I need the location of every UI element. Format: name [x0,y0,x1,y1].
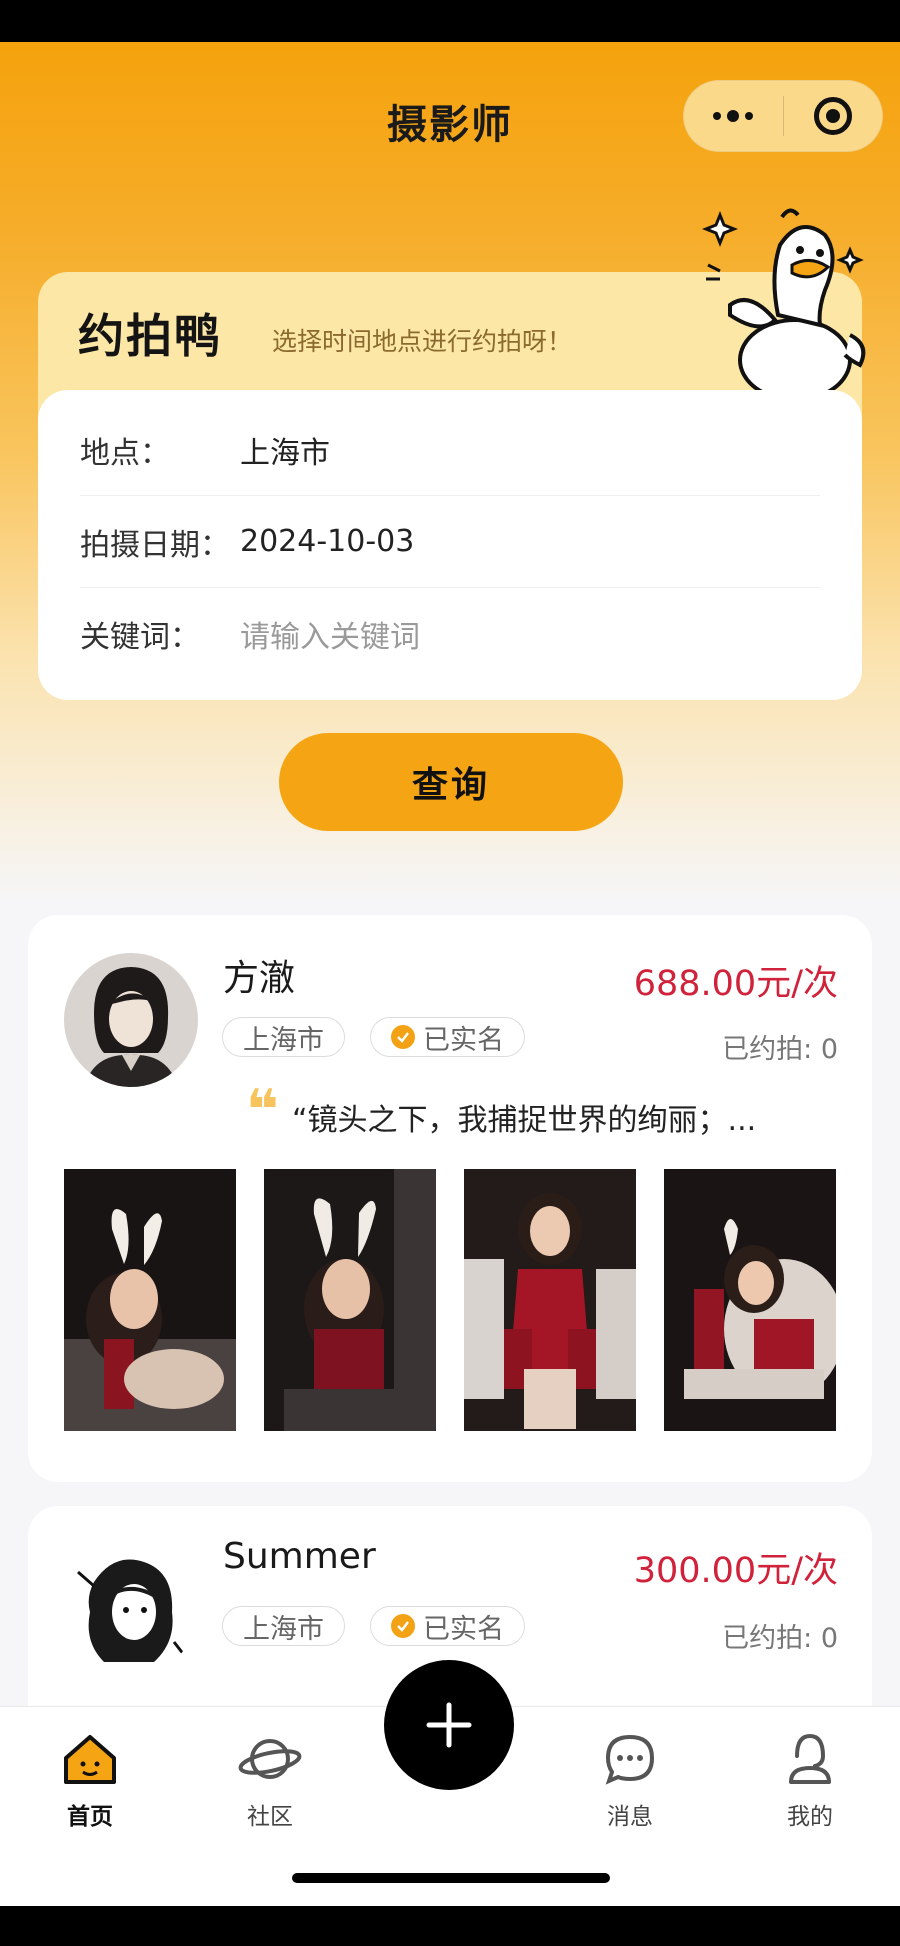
plus-icon [426,1702,472,1748]
booked-count: 已约拍: 0 [722,1034,838,1065]
date-label: 拍摄日期： [80,527,230,563]
query-button[interactable]: 查询 [279,733,623,831]
brand-logo: 约拍鸭 [78,309,222,363]
tab-home-label: 首页 [67,1804,113,1830]
duck-mascot-icon [701,208,866,411]
booked-count: 已约拍: 0 [722,1623,838,1654]
add-button[interactable] [384,1660,514,1790]
close-program-button[interactable] [783,80,882,152]
check-circle-icon [391,1025,415,1049]
tab-community-label: 社区 [247,1804,293,1830]
mini-program-capsule [683,80,883,152]
location-value[interactable]: 上海市 [240,428,330,472]
booking-form: 地点： 上海市 拍摄日期： 2024-10-03 关键词： 请输入关键词 [38,390,862,700]
status-bar [0,0,900,42]
location-label: 地点： [80,435,170,471]
verified-badge: 已实名 [370,1606,525,1646]
photographer-card[interactable]: 方澈 688.00元/次 上海市 已实名 已约拍: 0 ❝ “镜头之下，我捕捉世… [28,915,872,1482]
date-field[interactable]: 拍摄日期： 2024-10-03 [80,496,820,588]
avatar[interactable] [64,953,198,1087]
photographer-name: Summer [223,1536,376,1577]
more-dots-icon [713,110,754,122]
target-icon [813,97,852,135]
home-indicator [292,1873,610,1883]
tab-profile-label: 我的 [787,1804,833,1830]
bottom-bar [0,1906,900,1946]
keyword-input[interactable]: 请输入关键词 [240,612,420,656]
planet-icon [210,1729,330,1789]
city-tag-label: 上海市 [243,1613,324,1645]
tab-messages-label: 消息 [607,1804,653,1830]
tab-messages[interactable]: 消息 [570,1729,690,1831]
portfolio-photo[interactable] [264,1169,436,1431]
home-icon [30,1729,150,1789]
price-label: 688.00元/次 [633,964,838,1004]
chat-bubble-icon [570,1729,690,1789]
tab-community[interactable]: 社区 [210,1729,330,1831]
price-label: 300.00元/次 [633,1551,838,1591]
more-menu-button[interactable] [684,80,783,152]
location-field[interactable]: 地点： 上海市 [80,404,820,496]
verified-label: 已实名 [423,1613,504,1645]
keyword-label: 关键词： [80,620,200,655]
verified-badge: 已实名 [370,1017,525,1057]
check-circle-icon [391,1614,415,1638]
booking-slogan: 选择时间地点进行约拍呀！ [272,327,573,356]
user-icon [750,1729,870,1789]
photographer-quote: “镜头之下，我捕捉世界的绚丽；... [292,1103,757,1138]
photographer-name: 方澈 [223,958,296,999]
city-tag-label: 上海市 [243,1024,324,1056]
tab-home[interactable]: 首页 [30,1729,150,1831]
avatar[interactable] [64,1542,198,1676]
quote-icon: ❝ [246,1078,279,1143]
portfolio-photo[interactable] [664,1169,836,1431]
verified-label: 已实名 [423,1024,504,1056]
date-value[interactable]: 2024-10-03 [240,524,414,559]
tab-profile[interactable]: 我的 [750,1729,870,1831]
city-tag: 上海市 [222,1017,345,1057]
portfolio-photo[interactable] [64,1169,236,1431]
portfolio-photo[interactable] [464,1169,636,1431]
keyword-field[interactable]: 关键词： 请输入关键词 [80,588,820,680]
city-tag: 上海市 [222,1606,345,1646]
